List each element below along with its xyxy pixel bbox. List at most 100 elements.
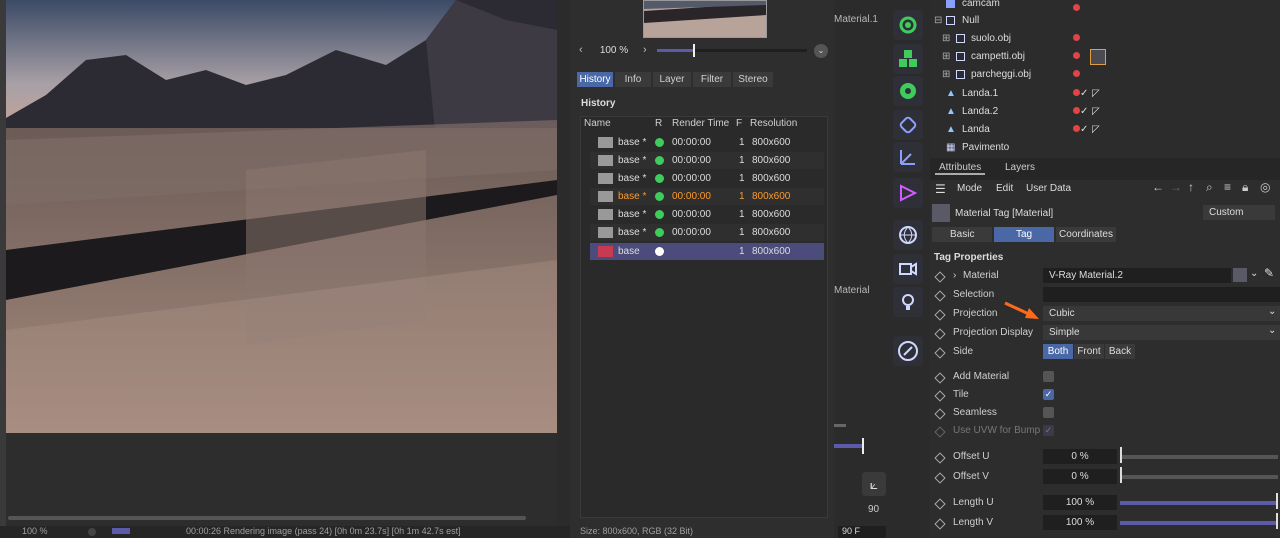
- offset-v-field[interactable]: 0 %: [1043, 469, 1117, 484]
- back-arrow-icon[interactable]: ←: [1152, 180, 1164, 194]
- column-name[interactable]: Name: [584, 118, 611, 129]
- seamless-checkbox[interactable]: [1043, 407, 1054, 418]
- coordinate-icon[interactable]: [893, 142, 923, 172]
- cloner-icon[interactable]: [893, 44, 923, 74]
- history-row[interactable]: base * 00:00:00 1 800x600: [590, 134, 824, 151]
- zoom-menu-chevron-icon[interactable]: ⌄: [814, 44, 828, 58]
- hamburger-menu-icon[interactable]: ☰: [935, 182, 946, 196]
- menu-edit[interactable]: Edit: [996, 183, 1013, 194]
- history-row-selected[interactable]: base 1 800x600: [590, 243, 824, 260]
- tab-attributes[interactable]: Attributes: [935, 162, 986, 175]
- effector-icon[interactable]: [893, 76, 923, 106]
- object-row[interactable]: ▲ Landa ✓ ◸: [934, 121, 1274, 139]
- axis-icon[interactable]: ⟀: [862, 472, 886, 496]
- zoom-increase-icon[interactable]: ›: [643, 44, 647, 56]
- generator-icon[interactable]: [893, 10, 923, 40]
- tile-checkbox[interactable]: ✓: [1043, 389, 1054, 400]
- selection-field[interactable]: [1043, 287, 1280, 302]
- projection-chevron-icon[interactable]: ⌄: [1268, 306, 1276, 317]
- zoom-slider-handle[interactable]: [693, 44, 695, 57]
- side-both-button[interactable]: Both: [1043, 344, 1073, 359]
- material-preview-icon[interactable]: [1233, 268, 1247, 282]
- history-row[interactable]: base * 00:00:00 1 800x600: [590, 206, 824, 223]
- tab-layer[interactable]: Layer: [653, 72, 691, 87]
- object-row[interactable]: ▲ Landa.1 ✓ ◸: [934, 85, 1274, 103]
- length-u-field[interactable]: 100 %: [1043, 495, 1117, 510]
- bottom-zoom-dropdown-icon[interactable]: [88, 528, 96, 536]
- object-row[interactable]: ⊞ suolo.obj: [934, 30, 1274, 48]
- tab-filter[interactable]: Filter: [693, 72, 731, 87]
- tag-icon[interactable]: ◸: [1092, 121, 1100, 139]
- offset-v-handle[interactable]: [1120, 467, 1122, 483]
- camera-icon[interactable]: [893, 254, 923, 284]
- offset-u-field[interactable]: 0 %: [1043, 449, 1117, 464]
- length-u-handle[interactable]: [1276, 493, 1278, 509]
- offset-u-slider[interactable]: [1120, 455, 1278, 459]
- settings-circle-icon[interactable]: ◎: [1260, 180, 1270, 194]
- history-row[interactable]: base * 00:00:00 1 800x600: [590, 170, 824, 187]
- expand-icon[interactable]: ⊞: [942, 48, 950, 66]
- visibility-dot[interactable]: [1073, 70, 1080, 77]
- history-row-current[interactable]: base * 00:00:00 1 800x600: [590, 188, 824, 205]
- menu-mode[interactable]: Mode: [957, 183, 982, 194]
- object-row[interactable]: ⊞ parcheggi.obj: [934, 66, 1274, 84]
- tag-icon[interactable]: ◸: [1092, 103, 1100, 121]
- environment-icon[interactable]: [893, 220, 923, 250]
- zoom-slider[interactable]: [657, 44, 807, 57]
- subtab-coordinates[interactable]: Coordinates: [1056, 227, 1116, 242]
- spline-icon[interactable]: [893, 178, 923, 208]
- visibility-dot[interactable]: [1073, 52, 1080, 59]
- side-front-button[interactable]: Front: [1074, 344, 1104, 359]
- object-row[interactable]: ▦ Pavimento: [934, 139, 1274, 157]
- length-v-handle[interactable]: [1276, 513, 1278, 529]
- bottom-zoom-value[interactable]: 100 %: [22, 526, 48, 536]
- length-v-slider[interactable]: [1120, 521, 1276, 525]
- length-u-slider[interactable]: [1120, 501, 1276, 505]
- material-dropdown-chevron-icon[interactable]: ⌄: [1250, 268, 1258, 279]
- up-arrow-icon[interactable]: ↑: [1188, 180, 1194, 194]
- projection-display-chevron-icon[interactable]: ⌄: [1268, 325, 1276, 336]
- visibility-dot[interactable]: [1073, 89, 1080, 96]
- subtab-basic[interactable]: Basic: [932, 227, 992, 242]
- object-row[interactable]: ⊟ Null: [934, 12, 1274, 30]
- visibility-dot[interactable]: [1073, 107, 1080, 114]
- visibility-dot[interactable]: [1073, 125, 1080, 132]
- material-expand-icon[interactable]: ›: [953, 270, 956, 281]
- visibility-dot[interactable]: [1073, 4, 1080, 11]
- material-field[interactable]: V-Ray Material.2: [1043, 268, 1231, 283]
- check-icon[interactable]: ✓: [1080, 85, 1088, 103]
- timeline-handle[interactable]: [862, 438, 864, 454]
- visibility-dot[interactable]: [1073, 34, 1080, 41]
- column-f[interactable]: F: [736, 118, 742, 129]
- column-r[interactable]: R: [655, 118, 662, 129]
- history-row[interactable]: base * 00:00:00 1 800x600: [590, 224, 824, 241]
- search-icon[interactable]: ⌕: [1206, 180, 1213, 195]
- subtab-tag[interactable]: Tag: [994, 227, 1054, 242]
- frame-field[interactable]: 90 F: [838, 526, 886, 538]
- projection-dropdown[interactable]: Cubic: [1043, 306, 1280, 321]
- column-resolution[interactable]: Resolution: [750, 118, 797, 129]
- preset-dropdown[interactable]: Custom: [1203, 205, 1275, 220]
- expand-icon[interactable]: ⊟: [934, 12, 942, 30]
- history-row[interactable]: base * 00:00:00 1 800x600: [590, 152, 824, 169]
- check-icon[interactable]: ✓: [1080, 103, 1088, 121]
- tab-layers[interactable]: Layers: [1001, 162, 1039, 173]
- navigator-thumbnail[interactable]: [643, 0, 767, 38]
- zoom-decrease-icon[interactable]: ‹: [579, 44, 583, 56]
- side-back-button[interactable]: Back: [1105, 344, 1135, 359]
- light-icon[interactable]: [893, 287, 923, 317]
- edit-icon[interactable]: [893, 336, 923, 366]
- add-material-checkbox[interactable]: [1043, 371, 1054, 382]
- column-render-time[interactable]: Render Time: [672, 118, 729, 129]
- length-v-field[interactable]: 100 %: [1043, 515, 1117, 530]
- tab-history[interactable]: History: [577, 72, 613, 87]
- projection-display-dropdown[interactable]: Simple: [1043, 325, 1280, 340]
- deformer-icon[interactable]: [893, 110, 923, 140]
- check-icon[interactable]: ✓: [1080, 121, 1088, 139]
- tag-icon[interactable]: ◸: [1092, 85, 1100, 103]
- object-row[interactable]: ▲ Landa.2 ✓ ◸: [934, 103, 1274, 121]
- horizontal-scrollbar[interactable]: [8, 516, 526, 520]
- forward-arrow-icon[interactable]: →: [1170, 180, 1182, 194]
- lock-icon[interactable]: 🔒︎: [1242, 180, 1248, 195]
- offset-v-slider[interactable]: [1120, 475, 1278, 479]
